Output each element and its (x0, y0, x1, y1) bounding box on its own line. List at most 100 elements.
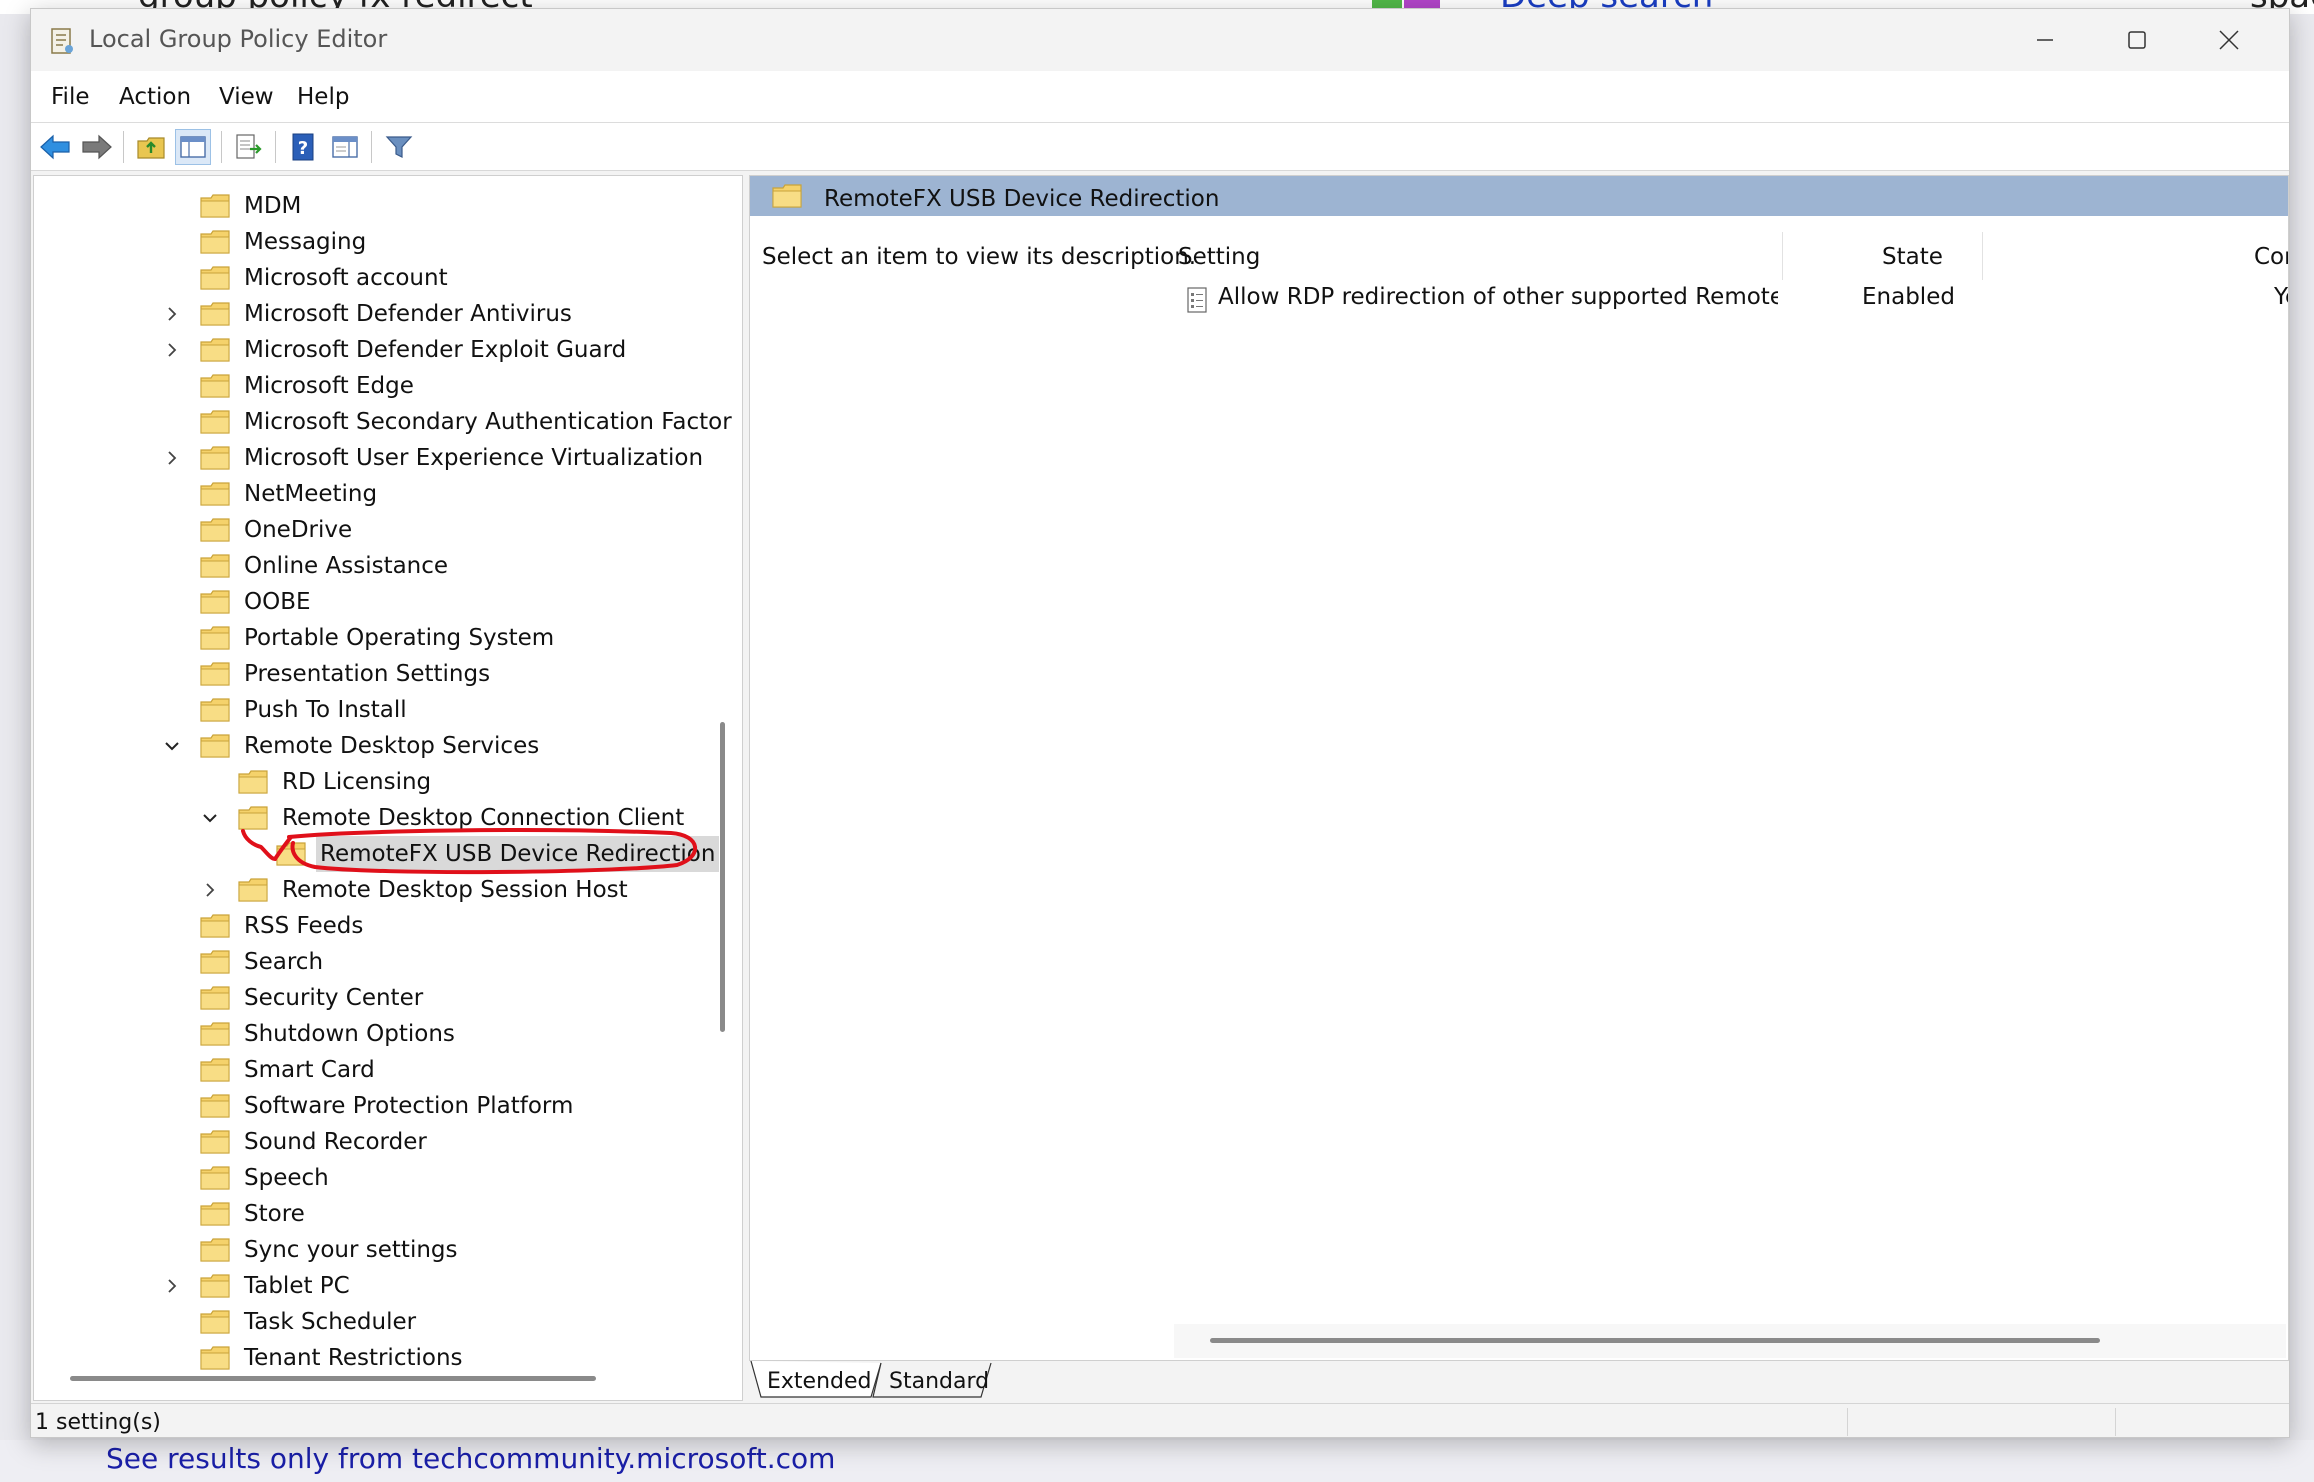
setting-comment-cell[interactable]: Yes (2274, 284, 2288, 310)
tree-item[interactable]: MDM (158, 188, 301, 224)
tree-item[interactable]: RD Licensing (196, 764, 431, 800)
show-hide-console-tree-button[interactable] (175, 129, 211, 165)
title-bar[interactable]: Local Group Policy Editor (31, 9, 2289, 71)
tree-item[interactable]: Presentation Settings (158, 656, 490, 692)
tree-item[interactable]: Sync your settings (158, 1232, 458, 1268)
tree-expander-placeholder (158, 1160, 186, 1196)
tree-item-label: Tenant Restrictions (244, 1345, 463, 1371)
tree-item[interactable]: NetMeeting (158, 476, 377, 512)
tree-item[interactable]: RSS Feeds (158, 908, 363, 944)
menu-file[interactable]: File (51, 84, 90, 110)
folder-icon-wrapper (200, 337, 244, 363)
tree-item[interactable]: Microsoft Defender Antivirus (158, 296, 572, 332)
back-button[interactable] (37, 129, 73, 165)
help-button[interactable]: ? (285, 129, 321, 165)
tree-expander[interactable] (158, 332, 186, 368)
export-list-button[interactable] (231, 129, 267, 165)
background-results-link[interactable]: See results only from techcommunity.micr… (106, 1442, 835, 1475)
tree-item[interactable]: Shutdown Options (158, 1016, 455, 1052)
tree-expander[interactable] (158, 728, 186, 764)
tree-item[interactable]: Software Protection Platform (158, 1088, 573, 1124)
column-divider[interactable] (1982, 232, 1983, 280)
close-button[interactable] (2183, 9, 2275, 71)
folder-icon-wrapper (200, 373, 244, 399)
tree-item[interactable]: Microsoft Edge (158, 368, 414, 404)
folder-icon (200, 1238, 230, 1262)
toolbar-separator (371, 131, 372, 163)
tab-extended[interactable]: Extended (755, 1365, 884, 1399)
tree-item[interactable]: Security Center (158, 980, 423, 1016)
tree-item[interactable]: Sound Recorder (158, 1124, 427, 1160)
tree-item[interactable]: Store (158, 1196, 305, 1232)
setting-state-cell[interactable]: Enabled (1862, 284, 1972, 310)
tree-item-label: MDM (244, 193, 302, 219)
folder-icon-wrapper (200, 913, 244, 939)
setting-name-cell[interactable]: Allow RDP redirection of other supported… (1218, 284, 1778, 310)
tree-item[interactable]: Microsoft Defender Exploit Guard (158, 332, 626, 368)
maximize-button[interactable] (2091, 9, 2183, 71)
chevron-right-icon (206, 883, 215, 897)
tree-item[interactable]: Microsoft account (158, 260, 448, 296)
tree-expander[interactable] (158, 440, 186, 476)
tree-expander[interactable] (196, 872, 224, 908)
folder-icon (200, 986, 230, 1010)
tree-item[interactable]: Portable Operating System (158, 620, 554, 656)
minimize-icon (2037, 39, 2053, 41)
tree-item[interactable]: Messaging (158, 224, 366, 260)
menu-help[interactable]: Help (297, 84, 349, 110)
tree-item[interactable]: Remote Desktop Services (158, 728, 539, 764)
tree-expander-placeholder (158, 368, 186, 404)
tree-expander[interactable] (196, 800, 224, 836)
tree-horizontal-scrollbar[interactable] (70, 1376, 596, 1381)
tree-expander-placeholder (158, 512, 186, 548)
column-header-state[interactable]: State (1882, 244, 1943, 270)
folder-icon-wrapper (200, 517, 244, 543)
toolbar-separator (123, 131, 124, 163)
menu-view[interactable]: View (219, 84, 274, 110)
tree-expander-placeholder (158, 656, 186, 692)
tree-item[interactable]: OneDrive (158, 512, 352, 548)
tree-expander[interactable] (158, 296, 186, 332)
tree-item[interactable]: Task Scheduler (158, 1304, 416, 1340)
column-header-setting[interactable]: Setting (1178, 244, 1260, 270)
tree-item[interactable]: Microsoft User Experience Virtualization (158, 440, 703, 476)
tab-standard[interactable]: Standard (877, 1365, 1001, 1399)
folder-icon (200, 1058, 230, 1082)
tree-expander[interactable] (158, 1268, 186, 1304)
forward-button[interactable] (79, 129, 115, 165)
details-horizontal-scrollbar[interactable] (1210, 1338, 2100, 1343)
tree-item[interactable]: Microsoft Secondary Authentication Facto… (158, 404, 732, 440)
tree-item[interactable]: Search (158, 944, 323, 980)
folder-icon-wrapper (238, 877, 282, 903)
tree-item[interactable]: Tablet PC (158, 1268, 350, 1304)
tree-item[interactable]: Smart Card (158, 1052, 375, 1088)
column-divider[interactable] (1782, 232, 1783, 280)
minimize-button[interactable] (1999, 9, 2091, 71)
tree-expander-placeholder (158, 1232, 186, 1268)
tree-item[interactable]: Speech (158, 1160, 329, 1196)
filter-options-button[interactable] (381, 129, 417, 165)
folder-icon-wrapper (200, 625, 244, 651)
status-bar: 1 setting(s) (31, 1403, 2289, 1437)
tree-vertical-scrollbar[interactable] (720, 722, 725, 1032)
tree-item[interactable]: Remote Desktop Connection Client (196, 800, 684, 836)
tree-item[interactable]: Remote Desktop Session Host (196, 872, 628, 908)
console-tree[interactable]: MDM Messaging Microsoft account Microsoft D… (33, 175, 743, 1401)
group-policy-editor-window: Local Group Policy Editor File Action Vi… (30, 8, 2290, 1438)
tree-item[interactable]: Online Assistance (158, 548, 448, 584)
show-hide-action-pane-button[interactable] (327, 129, 363, 165)
tree-item-label: RemoteFX USB Device Redirection (316, 836, 720, 872)
tree-item[interactable]: RemoteFX USB Device Redirection (234, 836, 720, 872)
up-one-level-button[interactable] (133, 129, 169, 165)
tree-item[interactable]: Push To Install (158, 692, 407, 728)
window-title: Local Group Policy Editor (89, 25, 388, 53)
tree-item-label: RD Licensing (282, 769, 432, 795)
tree-item-label: Microsoft account (244, 265, 448, 291)
folder-icon (200, 1202, 230, 1226)
tree-item[interactable]: OOBE (158, 584, 311, 620)
folder-icon (200, 410, 230, 434)
tree-item-label: Microsoft User Experience Virtualization (244, 445, 704, 471)
column-header-comment[interactable]: Comm (2254, 244, 2288, 270)
tree-item[interactable]: Tenant Restrictions (158, 1340, 463, 1376)
menu-action[interactable]: Action (119, 84, 191, 110)
